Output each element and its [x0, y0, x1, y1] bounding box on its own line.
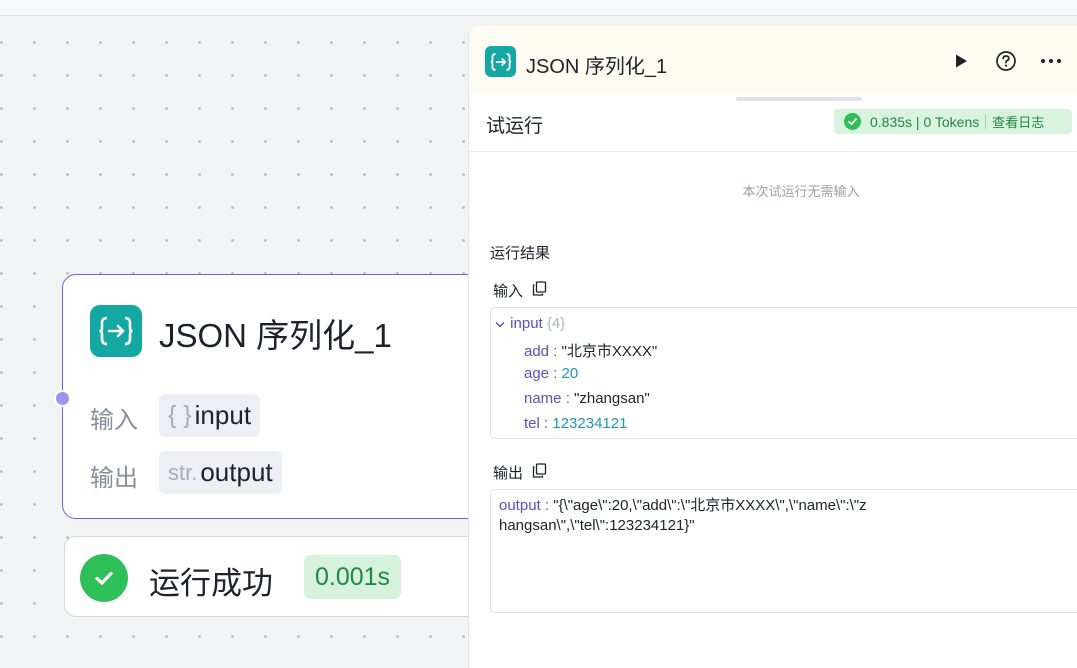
run-status-card[interactable]: 运行成功 0.001s [64, 536, 504, 617]
input-section-label: 输入 [493, 280, 547, 301]
chevron-down-icon[interactable] [495, 315, 506, 332]
panel-title: JSON 序列化_1 [526, 56, 668, 78]
tree-key: output [499, 497, 541, 514]
view-log-link[interactable]: 查看日志 [992, 112, 1044, 131]
input-json-viewer: input {4} add : "北京市XXXX" age : 20 name … [490, 307, 1077, 439]
tree-value: "{\"age\":20,\"add\":\"北京市XXXX\",\"name\… [499, 497, 867, 534]
badge-divider [985, 114, 987, 129]
check-circle-icon [80, 554, 128, 602]
tree-value: 20 [561, 365, 579, 382]
json-serialize-icon [485, 46, 516, 77]
no-input-message: 本次试运行无需输入 [742, 185, 860, 200]
tree-key: name [524, 390, 562, 407]
tree-row: tel : 123234121 [524, 415, 628, 432]
tree-row: name : "zhangsan" [524, 390, 650, 407]
string-type-icon: str. [168, 459, 198, 485]
node-input-name: input [194, 400, 252, 430]
tree-key: age [524, 365, 550, 382]
tree-key: input [510, 315, 543, 332]
node-title: JSON 序列化_1 [159, 317, 392, 354]
node-output-label: 输出 [90, 464, 138, 492]
tree-count: {4} [546, 315, 566, 332]
json-serialize-icon [90, 305, 142, 357]
json-serialize-node[interactable]: JSON 序列化_1 输入 { } input 输出 str. output [54, 274, 502, 519]
results-title: 运行结果 [490, 244, 551, 262]
object-type-icon: { } [168, 401, 192, 429]
input-label-text: 输入 [493, 282, 524, 300]
tree-value: "zhangsan" [574, 390, 650, 407]
run-metrics: 0.835s | 0 Tokens [870, 113, 980, 130]
output-section-label: 输出 [493, 462, 547, 483]
tree-value: 123234121 [552, 415, 628, 432]
node-input-tag: { } input [159, 394, 261, 437]
output-label-text: 输出 [493, 464, 524, 482]
output-json-viewer: output : "{\"age\":20,\"add\":\"北京市XXXX\… [490, 489, 1077, 613]
help-circle-icon[interactable] [993, 48, 1019, 74]
node-output-name: output [200, 457, 273, 487]
input-tree-root[interactable]: input {4} [495, 315, 565, 332]
check-circle-icon [844, 113, 861, 130]
drawer-title: 试运行 [486, 115, 544, 137]
top-toolbar-strip [0, 0, 1077, 16]
node-input-label: 输入 [90, 406, 138, 434]
tree-key: add [524, 343, 550, 360]
copy-icon[interactable] [532, 463, 547, 482]
run-result-badge: 0.835s | 0 Tokens 查看日志 [834, 109, 1072, 134]
node-detail-panel: JSON 序列化_1 试运行 0.835s | 0 Tokens 查看日志 本次… [468, 26, 1077, 668]
panel-header: JSON 序列化_1 [469, 26, 1077, 94]
tree-row: age : 20 [524, 365, 579, 382]
copy-icon[interactable] [532, 281, 547, 300]
run-duration-badge: 0.001s [304, 555, 402, 599]
test-run-drawer: 试运行 0.835s | 0 Tokens 查看日志 本次试运行无需输入 运行结… [469, 94, 1077, 668]
tree-row: add : "北京市XXXX" [524, 343, 658, 360]
run-status-text: 运行成功 [149, 566, 273, 602]
node-output-tag: str. output [159, 451, 282, 494]
node-input-handle[interactable] [54, 390, 71, 407]
play-icon[interactable] [948, 48, 974, 74]
tree-value: "北京市XXXX" [561, 343, 658, 360]
drawer-header: 试运行 0.835s | 0 Tokens 查看日志 [469, 94, 1077, 152]
more-icon[interactable] [1038, 48, 1064, 74]
output-value-row: output : "{\"age\":20,\"add\":\"北京市XXXX\… [499, 497, 867, 534]
tree-key: tel [524, 415, 540, 432]
